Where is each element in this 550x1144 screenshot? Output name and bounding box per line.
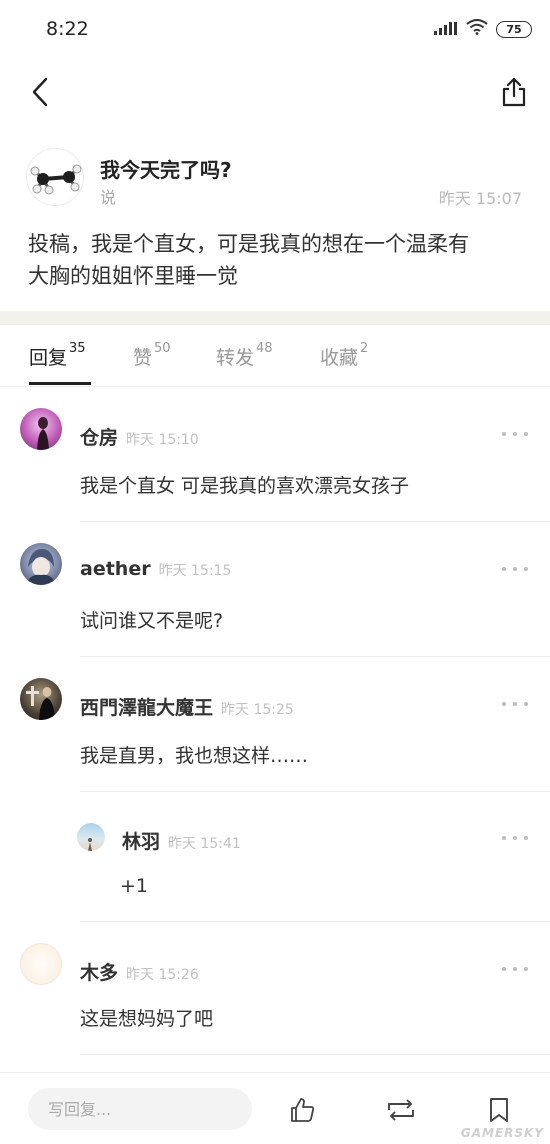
commenter-name-text: 西門澤龍大魔王: [80, 697, 214, 719]
section-divider: [0, 311, 550, 325]
commenter-name[interactable]: aether 昨天 15:15: [80, 558, 231, 580]
tab-label: 赞: [133, 347, 153, 369]
like-button[interactable]: [285, 1093, 319, 1127]
commenter-avatar[interactable]: [20, 408, 62, 450]
commenter-name-text: aether: [80, 558, 151, 580]
commenter-avatar[interactable]: [20, 943, 62, 985]
reply-input[interactable]: [28, 1088, 252, 1130]
commenter-name[interactable]: 仓房 昨天 15:10: [80, 423, 199, 450]
battery-indicator: 75: [496, 20, 532, 38]
anime-avatar-icon: [26, 549, 56, 585]
comment-item: 西門澤龍大魔王 昨天 15:25 我是直男，我也想这样……: [0, 675, 550, 793]
back-button[interactable]: [22, 70, 58, 114]
commenter-name[interactable]: 西門澤龍大魔王 昨天 15:25: [80, 693, 294, 720]
bottom-action-bar: GAMERSKY: [0, 1072, 550, 1144]
comment-more-button[interactable]: [502, 695, 528, 713]
more-icon: [502, 432, 506, 436]
more-icon: [502, 567, 506, 571]
post-body-line: 投稿，我是个直女，可是我真的想在一个温柔有: [28, 232, 469, 256]
tab-count: 2: [360, 341, 369, 356]
comment-time: 昨天 15:41: [168, 836, 241, 852]
wifi-icon: [466, 19, 488, 39]
post-title: 我今天完了吗?: [100, 158, 232, 182]
tab-likes[interactable]: 赞 50: [133, 341, 171, 370]
comment-time: 昨天 15:15: [158, 563, 232, 579]
signal-icon: [434, 20, 458, 39]
post-header: 我今天完了吗? 说 昨天 15:07: [0, 140, 550, 220]
comment-time: 昨天 15:25: [221, 702, 294, 718]
comment-text: 试问谁又不是呢?: [80, 610, 224, 632]
person-icon: [37, 417, 49, 450]
tab-count: 35: [69, 341, 86, 356]
tab-label: 转发: [216, 347, 255, 369]
bookmark-button[interactable]: [482, 1093, 516, 1127]
post-timestamp: 昨天 15:07: [438, 189, 522, 208]
comment-separator: [80, 791, 550, 792]
author-avatar[interactable]: [26, 148, 84, 206]
commenter-name-text: 林羽: [122, 831, 161, 853]
active-tab-indicator: [29, 382, 91, 385]
comment-text: 这是想妈妈了吧: [80, 1008, 214, 1030]
tab-label: 收藏: [320, 347, 359, 369]
nested-reply-item: 林羽 昨天 15:41 +1: [0, 815, 550, 923]
status-icons: 75: [434, 19, 532, 39]
like-icon: [291, 1098, 315, 1122]
watermark-text: GAMERSKY: [460, 1126, 544, 1140]
comment-text: +1: [120, 875, 149, 897]
tab-replies[interactable]: 回复 35: [29, 341, 86, 370]
comment-separator: [80, 656, 550, 657]
commenter-name-text: 仓房: [80, 427, 119, 449]
repost-button[interactable]: [384, 1093, 418, 1127]
tab-reposts[interactable]: 转发 48: [216, 341, 273, 370]
status-time: 8:22: [46, 18, 89, 40]
comment-separator: [80, 1054, 550, 1055]
bookmark-icon: [490, 1098, 508, 1122]
commenter-name-text: 木多: [80, 962, 119, 984]
comment-more-button[interactable]: [502, 425, 528, 443]
more-icon: [502, 967, 506, 971]
comment-more-button[interactable]: [502, 829, 528, 847]
repost-icon: [388, 1099, 414, 1121]
molecule-icon: [30, 164, 82, 195]
back-icon: [32, 77, 48, 107]
sky-figure-icon: [88, 838, 92, 851]
commenter-name[interactable]: 林羽 昨天 15:41: [122, 827, 241, 854]
comment-item: 仓房 昨天 15:10 我是个直女 可是我真的喜欢漂亮女孩子: [0, 405, 550, 523]
share-icon: [502, 77, 526, 107]
post-body: 投稿，我是个直女，可是我真的想在一个温柔有 大胸的姐姐怀里睡一觉: [28, 228, 528, 292]
post-body-line: 大胸的姐姐怀里睡一觉: [28, 264, 238, 288]
status-bar: 8:22 75: [0, 0, 550, 60]
comment-time: 昨天 15:10: [126, 432, 199, 448]
commenter-avatar[interactable]: [77, 823, 105, 851]
comment-text: 我是个直女 可是我真的喜欢漂亮女孩子: [80, 475, 410, 497]
commenter-name[interactable]: 木多 昨天 15:26: [80, 958, 199, 985]
nav-bar: [0, 60, 550, 124]
cross-figure-icon: [26, 686, 55, 720]
tab-favorites[interactable]: 收藏 2: [320, 341, 369, 370]
comment-time: 昨天 15:26: [126, 967, 199, 983]
tab-label: 回复: [29, 347, 68, 369]
tab-bar: 回复 35 赞 50 转发 48 收藏 2: [0, 325, 550, 387]
tab-count: 50: [154, 341, 171, 356]
comment-separator: [80, 521, 550, 522]
comment-more-button[interactable]: [502, 560, 528, 578]
comment-item: 木多 昨天 15:26 这是想妈妈了吧: [0, 940, 550, 1058]
commenter-avatar[interactable]: [20, 543, 62, 585]
comment-item: aether 昨天 15:15 试问谁又不是呢?: [0, 540, 550, 658]
more-icon: [502, 836, 506, 840]
post-author[interactable]: 说: [100, 184, 116, 208]
commenter-avatar[interactable]: [20, 678, 62, 720]
comment-text: 我是直男，我也想这样……: [80, 745, 309, 767]
comment-more-button[interactable]: [502, 960, 528, 978]
more-icon: [502, 702, 506, 706]
share-button[interactable]: [496, 70, 532, 114]
comment-separator: [80, 921, 550, 922]
tab-count: 48: [256, 341, 273, 356]
